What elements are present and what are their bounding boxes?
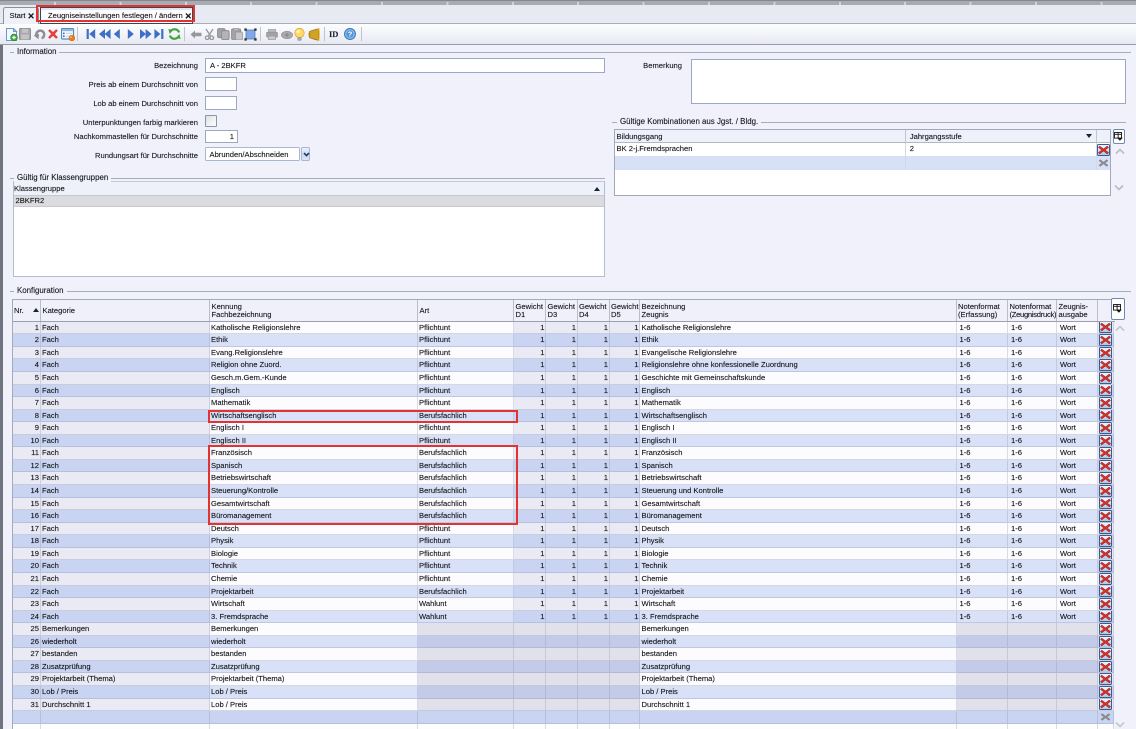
svg-text:?: ? [347, 30, 352, 39]
